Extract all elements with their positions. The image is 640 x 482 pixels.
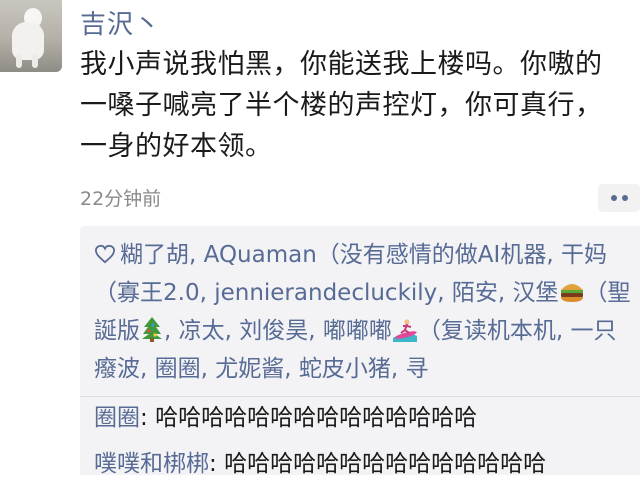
heart-icon xyxy=(94,244,116,264)
surfer-icon xyxy=(392,319,417,342)
comment-item[interactable]: 圈圈: 哈哈哈哈哈哈哈哈哈哈哈哈哈哈 xyxy=(94,400,477,436)
more-options-button[interactable] xyxy=(598,184,640,212)
comment-author[interactable]: 噗噗和梆梆 xyxy=(94,451,209,477)
divider xyxy=(80,396,640,397)
dot-icon xyxy=(621,195,628,201)
comment-text: 哈哈哈哈哈哈哈哈哈哈哈哈哈哈 xyxy=(224,451,547,477)
avatar[interactable] xyxy=(0,0,62,72)
dot-icon xyxy=(610,195,617,201)
comment-author[interactable]: 圈圈 xyxy=(94,405,140,431)
likes-list: 糊了胡, AQuaman（没有感情的做AI机器, 干妈（寡王2.0, jenni… xyxy=(94,236,634,388)
christmas-tree-icon xyxy=(142,317,162,342)
comment-separator: : xyxy=(209,451,225,477)
avatar-figure-leg xyxy=(16,54,22,68)
comment-text: 哈哈哈哈哈哈哈哈哈哈哈哈哈哈 xyxy=(155,405,478,431)
comment-separator: : xyxy=(140,405,156,431)
post-username[interactable]: 吉沢丶 xyxy=(80,4,161,41)
avatar-figure-leg xyxy=(32,54,38,68)
interaction-panel: 糊了胡, AQuaman（没有感情的做AI机器, 干妈（寡王2.0, jenni… xyxy=(80,226,640,477)
hamburger-icon xyxy=(560,284,583,302)
likes-names[interactable]: 糊了胡, AQuaman（没有感情的做AI机器, 干妈（寡王2.0, jenni… xyxy=(94,242,607,306)
post-text: 我小声说我怕黑，你能送我上楼吗。你嗷的一嗓子喊亮了半个楼的声控灯，你可真行，一身… xyxy=(80,49,603,162)
post-timestamp: 22分钟前 xyxy=(80,188,162,210)
likes-names[interactable]: , 凉太, 刘俊昊, 嘟嘟嘟 xyxy=(164,318,392,344)
comment-item[interactable]: 噗噗和梆梆: 哈哈哈哈哈哈哈哈哈哈哈哈哈哈 xyxy=(94,446,546,482)
